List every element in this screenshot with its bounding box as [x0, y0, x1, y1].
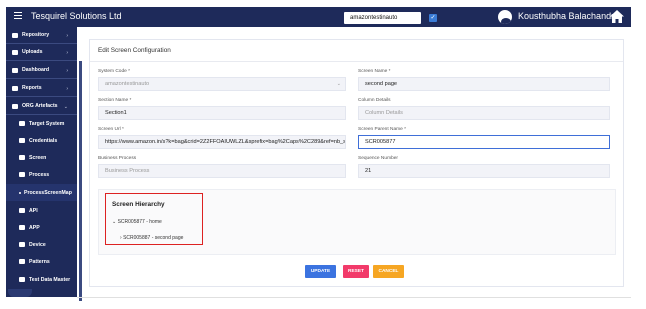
hierarchy-title: Screen Hierarchy: [112, 201, 165, 208]
sidebar-item-reports[interactable]: Reports ›: [6, 80, 77, 97]
sidebar-item-credentials[interactable]: Credentials: [6, 132, 77, 149]
sidebar: Repository › Uploads › Dashboard › Repor…: [6, 27, 82, 301]
sidebar-item-label: Dashboard: [22, 67, 50, 73]
screen-name-field[interactable]: second page: [358, 77, 610, 91]
business-process-label: Business Process: [98, 156, 137, 161]
screen-icon: [19, 155, 25, 160]
system-code-value: amazontestinauto: [105, 81, 150, 87]
sidebar-item-label: APP: [29, 224, 40, 231]
sidebar-item-app[interactable]: APP: [6, 219, 77, 236]
section-name-label: Section Name *: [98, 98, 132, 103]
business-process-field[interactable]: Business Process: [98, 164, 346, 178]
sidebar-item-process[interactable]: Process: [6, 166, 77, 183]
sidebar-item-label: ORG Artefacts: [22, 103, 58, 109]
chevron-right-icon: ›: [66, 68, 68, 74]
sidebar-item-repository[interactable]: Repository ›: [6, 27, 77, 44]
project-select[interactable]: amazontestinauto: [344, 12, 421, 24]
sidebar-footer-tab: [8, 289, 32, 297]
sidebar-item-org-artefacts[interactable]: ORG Artefacts ⌄: [6, 98, 77, 115]
top-bar: Tesquirel Solutions Ltd amazontestinauto…: [6, 7, 631, 27]
filter-icon: [12, 49, 18, 55]
sidebar-item-uploads[interactable]: Uploads ›: [6, 44, 77, 61]
screen-name-label: Screen Name *: [358, 69, 391, 74]
lock-icon: [19, 138, 25, 143]
screen-parent-name-field[interactable]: SCR005877: [358, 135, 610, 149]
sidebar-item-label: ProcessScreenMap: [24, 189, 72, 196]
gear-icon: [19, 121, 25, 126]
sidebar-item-label: Device: [29, 241, 46, 248]
avatar[interactable]: [498, 10, 512, 24]
tree-node-label: SCR005877 - home: [117, 219, 162, 225]
sidebar-item-label: Reports: [22, 85, 42, 91]
column-details-label: Column Details: [358, 98, 391, 103]
hamburger-menu-icon[interactable]: [14, 12, 22, 19]
gear-icon: [19, 259, 25, 264]
sidebar-item-test-data-master[interactable]: Test Data Master: [6, 271, 77, 288]
chevron-down-icon: ⌄: [336, 81, 341, 87]
repository-icon: [12, 32, 18, 38]
sidebar-item-label: Screen: [29, 154, 47, 161]
reset-button[interactable]: RESET: [343, 265, 369, 278]
tree-node-root[interactable]: ⌄ SCR005877 - home: [112, 219, 162, 225]
sidebar-item-screen[interactable]: Screen: [6, 149, 77, 166]
sidebar-item-device[interactable]: Device: [6, 236, 77, 253]
screen-url-field[interactable]: https://www.amazon.in/s?k=bag&crid=2Z2FF…: [98, 135, 346, 149]
system-code-select[interactable]: amazontestinauto ⌄: [98, 77, 346, 91]
column-details-field[interactable]: Column Details: [358, 106, 610, 120]
sidebar-item-label: Process: [29, 171, 50, 178]
chevron-right-icon: ›: [66, 86, 68, 92]
update-button[interactable]: UPDATE: [305, 265, 336, 278]
chevron-right-icon: ›: [66, 33, 68, 39]
sidebar-scrollbar[interactable]: [79, 61, 82, 301]
sequence-number-label: Sequence Number: [358, 156, 398, 161]
screen-parent-name-label: Screen Parent Name *: [358, 127, 406, 132]
org-icon: [12, 103, 18, 109]
sidebar-item-label: Uploads: [22, 49, 43, 55]
sidebar-item-label: Target System: [29, 120, 65, 127]
cancel-button[interactable]: CANCEL: [373, 265, 404, 278]
sidebar-item-patterns[interactable]: Patterns: [6, 253, 77, 270]
sidebar-item-label: Repository: [22, 32, 50, 38]
footer-divider: [77, 297, 631, 298]
sidebar-item-dashboard[interactable]: Dashboard ›: [6, 62, 77, 79]
device-icon: [19, 242, 25, 247]
app-icon: [19, 225, 25, 230]
sidebar-item-label: Test Data Master: [29, 276, 71, 283]
home-icon[interactable]: [609, 9, 625, 25]
panel-divider: [90, 61, 623, 62]
tree-node-child[interactable]: › SCR005887 - second page: [120, 235, 183, 241]
sidebar-item-label: API: [29, 207, 38, 214]
system-code-label: System Code *: [98, 69, 130, 74]
sidebar-item-target-system[interactable]: Target System: [6, 115, 77, 132]
section-name-field[interactable]: Section1: [98, 106, 346, 120]
sequence-number-field[interactable]: 21: [358, 164, 610, 178]
screen-url-label: Screen Url *: [98, 127, 124, 132]
process-icon: [19, 172, 25, 177]
bullet-icon: [19, 191, 21, 194]
gear-icon: [19, 277, 25, 282]
sidebar-item-processscreenmap[interactable]: ProcessScreenMap: [6, 184, 77, 201]
report-icon: [12, 85, 18, 91]
sidebar-item-api[interactable]: API: [6, 202, 77, 219]
user-name[interactable]: Kousthubha Balachandra: [518, 11, 619, 21]
app-title: Tesquirel Solutions Ltd: [31, 11, 122, 21]
chevron-down-icon: ⌄: [63, 104, 68, 110]
chevron-right-icon: ›: [66, 50, 68, 56]
project-checkbox[interactable]: ✓: [429, 14, 437, 22]
sidebar-item-label: Credentials: [29, 137, 58, 144]
tree-node-label: SCR005887 - second page: [123, 235, 184, 241]
edit-screen-panel: Edit Screen Configuration System Code * …: [89, 39, 624, 287]
bar-chart-icon: [12, 67, 18, 73]
panel-title: Edit Screen Configuration: [98, 47, 171, 54]
gear-icon: [19, 208, 25, 213]
screen-hierarchy-card: Screen Hierarchy ⌄ SCR005877 - home › SC…: [98, 189, 616, 255]
sidebar-item-label: Patterns: [29, 258, 50, 265]
